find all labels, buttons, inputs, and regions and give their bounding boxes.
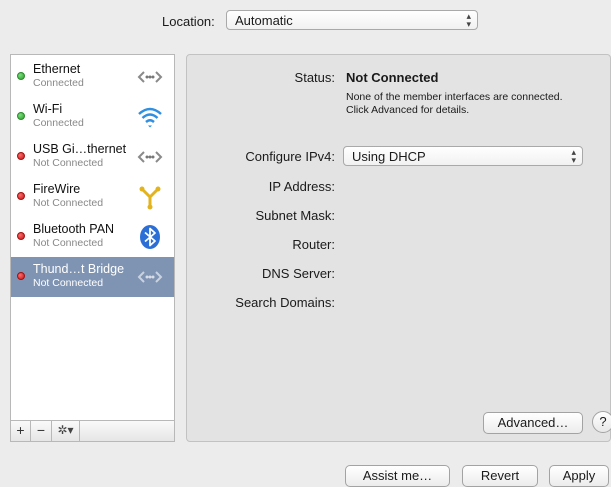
dns-server-label: DNS Server: bbox=[262, 266, 335, 281]
revert-button[interactable]: Revert bbox=[462, 465, 538, 487]
service-name: FireWire bbox=[33, 182, 81, 196]
updown-arrows-icon: ▴ ▾ bbox=[571, 147, 576, 165]
service-status: Not Connected bbox=[33, 157, 104, 169]
add-service-button[interactable]: + bbox=[11, 421, 31, 441]
service-status: Not Connected bbox=[33, 277, 104, 289]
service-item-wifi[interactable]: Wi-Fi Connected bbox=[11, 97, 174, 137]
assist-me-button[interactable]: Assist me… bbox=[345, 465, 450, 487]
service-item-bluetooth-pan[interactable]: Bluetooth PAN Not Connected bbox=[11, 217, 174, 257]
service-status: Not Connected bbox=[33, 197, 104, 209]
location-value: Automatic bbox=[235, 13, 293, 28]
updown-arrows-icon: ▴ ▾ bbox=[466, 11, 471, 29]
gear-menu-button[interactable]: ✲▾ bbox=[52, 421, 80, 441]
status-dot-red-icon bbox=[17, 272, 25, 280]
service-status: Connected bbox=[33, 117, 84, 129]
subnet-mask-label: Subnet Mask: bbox=[255, 208, 336, 223]
service-status: Connected bbox=[33, 77, 84, 89]
status-dot-green-icon bbox=[17, 112, 25, 120]
service-status: Not Connected bbox=[33, 237, 104, 249]
status-dot-red-icon bbox=[17, 232, 25, 240]
service-item-usb-ethernet[interactable]: USB Gi…thernet Not Connected bbox=[11, 137, 174, 177]
service-name: USB Gi…thernet bbox=[33, 142, 127, 156]
service-item-firewire[interactable]: FireWire Not Connected bbox=[11, 177, 174, 217]
status-dot-green-icon bbox=[17, 72, 25, 80]
service-list: Ethernet Connected Wi-Fi Connected USB G… bbox=[10, 54, 175, 442]
service-list-toolbar: + − ✲▾ bbox=[11, 420, 174, 441]
wifi-icon bbox=[138, 107, 162, 128]
apply-button[interactable]: Apply bbox=[549, 465, 609, 487]
service-item-ethernet[interactable]: Ethernet Connected bbox=[11, 57, 174, 97]
service-name: Bluetooth PAN bbox=[33, 222, 115, 236]
status-description: None of the member interfaces are connec… bbox=[346, 91, 563, 116]
configure-ipv4-value: Using DHCP bbox=[352, 149, 426, 164]
service-item-thunderbolt-bridge[interactable]: Thund…t Bridge Not Connected bbox=[11, 257, 174, 297]
ethernet-icon bbox=[137, 71, 163, 83]
detail-panel: Status: Not Connected None of the member… bbox=[186, 54, 611, 442]
configure-ipv4-select[interactable]: Using DHCP ▴ ▾ bbox=[343, 146, 583, 166]
ethernet-icon bbox=[137, 271, 163, 283]
remove-service-button[interactable]: − bbox=[31, 421, 52, 441]
service-name: Ethernet bbox=[33, 62, 81, 76]
status-dot-red-icon bbox=[17, 152, 25, 160]
status-label: Status: bbox=[294, 70, 335, 85]
status-value: Not Connected bbox=[346, 70, 439, 85]
location-label: Location: bbox=[162, 14, 215, 29]
ethernet-icon bbox=[137, 151, 163, 163]
router-label: Router: bbox=[292, 237, 335, 252]
status-dot-red-icon bbox=[17, 192, 25, 200]
service-name: Wi-Fi bbox=[33, 102, 63, 116]
bluetooth-icon bbox=[140, 225, 160, 249]
location-select[interactable]: Automatic ▴ ▾ bbox=[226, 10, 478, 30]
firewire-icon bbox=[139, 186, 161, 210]
help-button[interactable]: ? bbox=[592, 411, 611, 433]
service-name: Thund…t Bridge bbox=[33, 262, 125, 276]
advanced-button[interactable]: Advanced… bbox=[483, 412, 583, 434]
configure-ipv4-label: Configure IPv4: bbox=[245, 149, 335, 164]
search-domains-label: Search Domains: bbox=[235, 295, 335, 310]
ip-address-label: IP Address: bbox=[268, 179, 335, 194]
